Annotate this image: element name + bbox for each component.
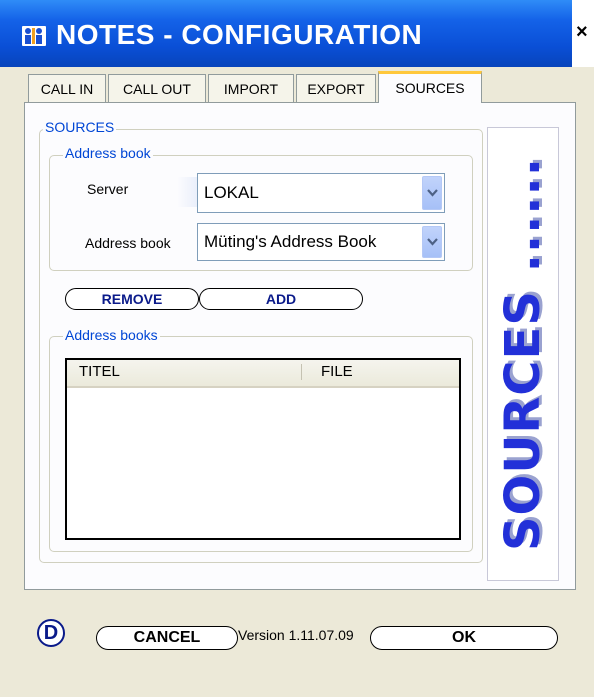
sources-banner: SOURCES ...... (487, 127, 559, 581)
address-book-value: Müting's Address Book (204, 232, 377, 251)
cancel-button[interactable]: CANCEL (96, 626, 238, 650)
tab-sources[interactable]: SOURCES (378, 71, 482, 103)
add-button[interactable]: ADD (199, 288, 363, 310)
address-book-group-label: Address book (63, 145, 153, 161)
address-books-list[interactable]: TITEL FILE (65, 358, 461, 540)
sources-group-label: SOURCES (43, 119, 117, 135)
server-label: Server (87, 181, 129, 197)
version-label: Version 1.11.07.09 (238, 627, 354, 643)
tab-export[interactable]: EXPORT (296, 74, 376, 102)
column-header-file[interactable]: FILE (321, 360, 353, 384)
remove-button[interactable]: REMOVE (65, 288, 199, 310)
chevron-down-icon (427, 189, 438, 197)
address-book-select[interactable]: Müting's Address Book (197, 223, 445, 261)
close-button[interactable]: × (576, 20, 594, 44)
sources-panel: SOURCES Address book Server LOKAL Addres… (24, 102, 576, 590)
column-divider[interactable] (301, 364, 302, 380)
title-bar-background: NOTES - CONFIGURATION (0, 0, 572, 67)
close-icon[interactable]: × (576, 21, 588, 43)
server-value: LOKAL (204, 183, 259, 202)
d-logo-icon: D (37, 619, 65, 647)
title-bar: NOTES - CONFIGURATION × (0, 0, 594, 67)
tab-label: EXPORT (307, 81, 365, 97)
list-header: TITEL FILE (67, 360, 459, 388)
address-book-dropdown-button[interactable] (422, 226, 442, 258)
column-header-titel[interactable]: TITEL (79, 360, 120, 384)
tab-call-in[interactable]: CALL IN (28, 74, 106, 102)
chevron-down-icon (427, 238, 438, 246)
tab-label: SOURCES (395, 80, 465, 96)
tab-call-out[interactable]: CALL OUT (108, 74, 206, 102)
tab-label: CALL OUT (123, 81, 191, 97)
phone-people-icon (22, 26, 46, 46)
address-books-group-label: Address books (63, 327, 160, 343)
tab-label: CALL IN (40, 81, 94, 97)
ok-button[interactable]: OK (370, 626, 558, 650)
server-select[interactable]: LOKAL (197, 173, 445, 213)
tab-label: IMPORT (223, 81, 279, 97)
server-dropdown-button[interactable] (422, 176, 442, 210)
window-title: NOTES - CONFIGURATION (56, 19, 423, 50)
address-book-label: Address book (85, 235, 171, 251)
tab-import[interactable]: IMPORT (208, 74, 294, 102)
sources-banner-text: SOURCES ...... (495, 156, 551, 552)
